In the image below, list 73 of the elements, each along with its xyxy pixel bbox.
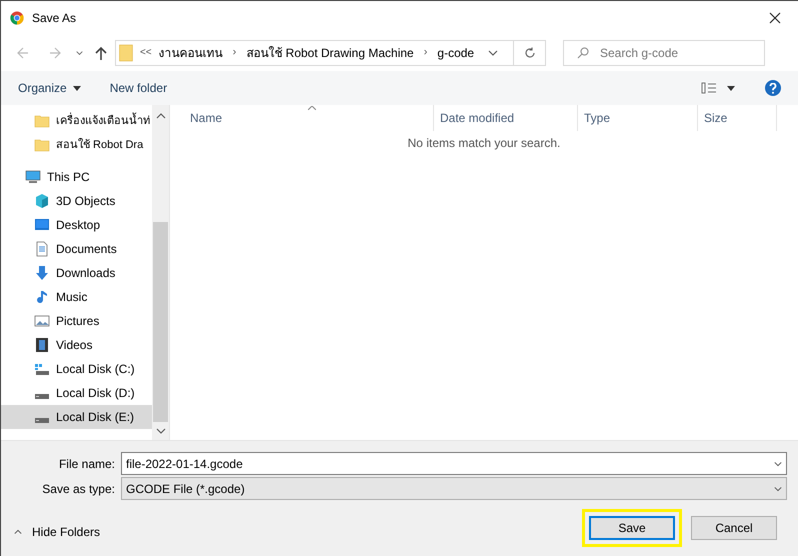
document-icon [34,241,50,257]
sidebar-item[interactable]: Desktop [1,213,152,237]
scrollbar-thumb[interactable] [153,222,168,422]
sidebar-item[interactable]: Pictures [1,309,152,333]
column-header[interactable]: Name [190,109,222,127]
view-options-button[interactable] [701,82,735,94]
film-icon [34,337,50,353]
picture-icon [34,313,50,329]
empty-message: No items match your search. [408,135,560,152]
scroll-down-icon [156,428,166,434]
search-field[interactable]: Search g-code [563,40,765,66]
folder-icon [34,113,50,129]
column-header[interactable]: Type [584,109,610,127]
column-header[interactable]: Size [704,109,728,127]
save-button[interactable]: Save [589,516,675,540]
file-name-label: File name: [58,456,116,472]
cancel-button[interactable]: Cancel [691,516,777,540]
save-type-dropdown[interactable]: GCODE File (*.gcode) [121,477,787,500]
search-icon [577,46,589,58]
refresh-icon [524,46,536,58]
forward-arrow-icon [49,46,61,58]
list-view-icon [701,82,717,94]
desktop-icon [34,217,50,233]
up-arrow-icon [95,46,107,60]
dropdown-triangle-icon [727,86,735,90]
breadcrumb[interactable]: งานคอนเทน [158,44,223,62]
breadcrumb[interactable]: g-code [437,44,474,62]
chevron-down-icon [774,461,782,467]
sort-caret-icon [308,106,316,110]
sidebar-item[interactable]: Music [1,285,152,309]
drive-icon [34,361,50,377]
breadcrumb-separator[interactable]: › [420,44,430,61]
scroll-up-icon [156,113,166,119]
sidebar-item[interactable]: Documents [1,237,152,261]
overflow-chevron[interactable]: << [140,45,152,60]
sidebar-item[interactable]: 3D Objects [1,189,152,213]
drive-icon [35,394,49,398]
sidebar-item[interactable]: Local Disk (D:) [1,381,152,405]
sidebar-item[interactable]: Videos [1,333,152,357]
help-button[interactable] [765,80,781,96]
save-type-label: Save as type: [41,480,116,498]
sidebar-item[interactable]: Local Disk (E:) [1,405,152,429]
address-bar[interactable]: << งานคอนเทน › สอนใช้ Robot Drawing Machine › g-code [115,40,546,66]
chevron-down-icon [76,50,82,56]
drive-icon [35,418,49,422]
browser-logo-icon [10,10,24,24]
question-mark-icon [769,82,777,94]
sidebar-item[interactable]: สอนใช้ Robot Dra [1,133,152,157]
folder-icon [34,137,50,153]
download-arrow-icon [34,265,50,281]
close-icon [769,12,781,24]
sidebar-item[interactable]: เครื่องแจ้งเตือนน้ำท่ [1,109,152,133]
dropdown-triangle-icon [72,86,81,90]
column-header[interactable]: Date modified [440,109,514,127]
sidebar-item[interactable]: This PC [1,165,152,189]
breadcrumb-separator[interactable]: › [230,44,240,61]
hide-folders-button[interactable]: Hide Folders [14,523,100,541]
file-name-field[interactable]: file-2022-01-14.gcode [121,452,787,475]
window-title: Save As [32,10,76,26]
chevron-up-icon [14,529,22,535]
scrollbar[interactable] [152,105,169,440]
cube-icon [34,193,50,209]
sidebar-item[interactable]: Downloads [1,261,152,285]
back-arrow-icon [17,46,29,58]
chevron-down-icon [774,486,782,492]
breadcrumb[interactable]: สอนใช้ Robot Drawing Machine [246,44,414,62]
music-note-icon [34,289,50,305]
folder-icon [119,44,133,62]
sidebar-item[interactable]: Local Disk (C:) [1,357,152,381]
new-folder-button[interactable]: New folder [110,79,168,97]
monitor-icon [25,169,41,185]
organize-menu-button[interactable]: Organize [18,79,81,97]
chevron-down-icon [488,50,498,56]
